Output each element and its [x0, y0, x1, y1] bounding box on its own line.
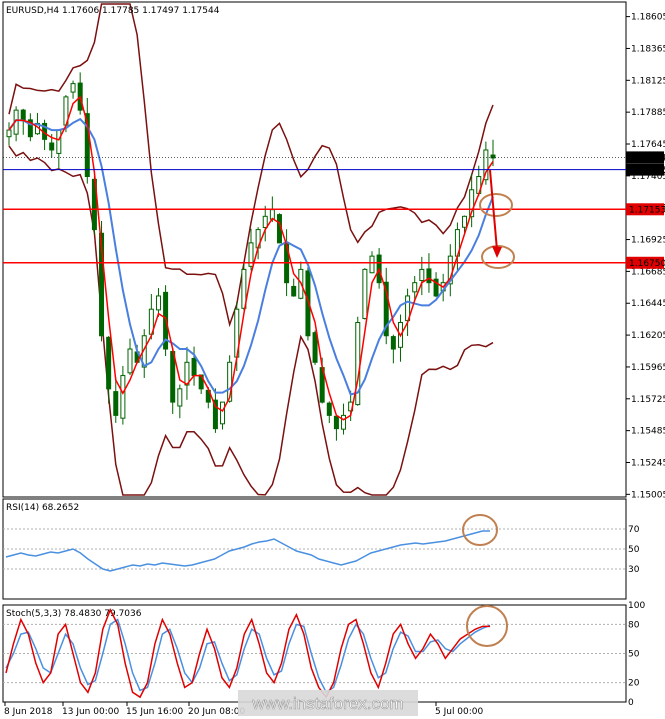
- candle-body: [106, 336, 112, 390]
- stoch-tick-label: 50: [628, 650, 640, 660]
- rsi-tick-label: 70: [628, 525, 640, 535]
- stoch-header: Stoch(5,3,3) 78.4830 79.7036: [6, 609, 142, 619]
- candle-body: [127, 348, 133, 374]
- candle-body: [155, 295, 161, 311]
- price-tick-label: 1.15245: [631, 458, 665, 468]
- watermark: www.instaforex.com: [238, 690, 418, 716]
- candle-body: [177, 388, 183, 407]
- watermark-text: www.instaforex.com: [251, 694, 403, 713]
- price-tick-label: 1.18605: [631, 13, 665, 23]
- rsi-tick-label: 50: [628, 545, 640, 555]
- candle-body: [20, 109, 26, 122]
- time-tick-label: 20 Jun 08:00: [188, 707, 245, 717]
- time-tick-label: 8 Jun 2018: [4, 707, 53, 717]
- time-tick-label: 13 Jun 00:00: [62, 707, 119, 717]
- candle-body: [419, 268, 425, 282]
- candle-body: [262, 215, 268, 228]
- candle-body: [191, 357, 197, 377]
- candle-body: [326, 402, 332, 416]
- price-tick-label: 1.16685: [631, 267, 665, 277]
- candle-body: [70, 83, 76, 93]
- current-price-label: 1.17544: [629, 153, 665, 163]
- price-tick-label: 1.16445: [631, 299, 665, 309]
- price-tick-label: 1.16205: [631, 331, 665, 341]
- candle-body: [390, 336, 396, 350]
- price-tick-label: 1.18365: [631, 44, 665, 54]
- candle-body: [113, 391, 119, 416]
- stoch-tick-label: 100: [628, 601, 645, 611]
- stoch-tick-label: 20: [628, 679, 640, 689]
- trading-chart: 1.18605 1.18365 1.18125 1.17885 1.17645 1.174…: [0, 0, 665, 719]
- candle-body: [291, 285, 297, 297]
- price-tick-label: 1.17645: [631, 140, 665, 150]
- candle-body: [362, 268, 368, 319]
- candle-body: [462, 215, 468, 228]
- candle-body: [56, 129, 62, 154]
- time-tick-label: 15 Jun 16:00: [126, 707, 183, 717]
- candle-body: [6, 129, 12, 138]
- candle-body: [333, 415, 339, 430]
- price-tick-label: 1.15005: [631, 490, 665, 500]
- candle-body: [120, 375, 126, 419]
- candle-body: [341, 414, 347, 430]
- rsi-header: RSI(14) 68.2652: [6, 503, 79, 513]
- level-price-label: 1.17153: [629, 205, 665, 215]
- level-price-label: 1.17452: [629, 166, 665, 176]
- price-tick-label: 1.16925: [631, 236, 665, 246]
- time-tick-label: 5 Jul 00:00: [435, 707, 484, 717]
- candle-body: [170, 351, 176, 403]
- rsi-tick-label: 30: [628, 565, 640, 575]
- candle-body: [49, 142, 55, 151]
- stoch-tick-label: 80: [628, 620, 640, 630]
- candle-body: [412, 282, 418, 293]
- stoch-tick-label: 0: [628, 698, 634, 708]
- price-tick-label: 1.15485: [631, 427, 665, 437]
- price-tick-label: 1.18125: [631, 76, 665, 86]
- level-price-label: 1.16750: [629, 259, 665, 269]
- price-tick-label: 1.15965: [631, 363, 665, 373]
- price-tick-label: 1.15725: [631, 395, 665, 405]
- candle-body: [369, 255, 375, 274]
- chart-header: EURUSD,H4 1.17606 1.17785 1.17497 1.1754…: [6, 6, 220, 16]
- candle-body: [312, 332, 318, 363]
- price-tick-label: 1.17885: [631, 108, 665, 118]
- candle-body: [426, 268, 432, 284]
- candle-body: [220, 401, 226, 425]
